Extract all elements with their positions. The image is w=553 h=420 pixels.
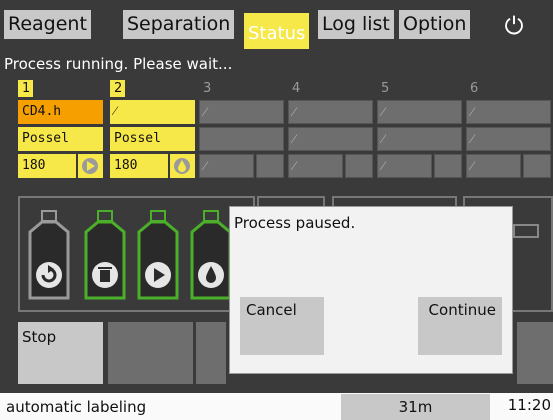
slot-reagent[interactable]: CD4.h [18, 100, 103, 124]
connector-icon [513, 224, 539, 238]
slot-volume[interactable]: ⁄ [288, 154, 343, 178]
bottle-play[interactable] [133, 210, 183, 310]
tab-option[interactable]: Option [399, 10, 471, 39]
slot-fluid[interactable]: ⁄ [466, 127, 551, 151]
slot-number: 2 [110, 80, 125, 97]
slot-fluid[interactable]: ⁄ [288, 127, 373, 151]
remaining-time: 31m [341, 394, 490, 420]
tab-reagent[interactable]: Reagent [4, 10, 91, 39]
drop-icon [174, 158, 190, 174]
slot-action[interactable] [256, 154, 284, 178]
slot-fluid[interactable]: ⁄ [377, 127, 462, 151]
slot-action[interactable] [345, 154, 373, 178]
tab-separation[interactable]: Separation [123, 10, 235, 39]
slot-reagent[interactable]: ⁄ [466, 100, 551, 124]
slot-reagent[interactable]: ⁄ [288, 100, 373, 124]
slot-number: 3 [199, 80, 214, 97]
trash-icon [92, 262, 118, 288]
slot-action[interactable] [434, 154, 462, 178]
slot-fluid[interactable]: Possel [18, 127, 103, 151]
slot-number: 4 [288, 80, 303, 97]
slot-volume[interactable]: 180 [18, 154, 76, 178]
tab-status[interactable]: Status [244, 13, 310, 49]
slot-volume[interactable]: ⁄ [466, 154, 521, 178]
recycle-icon [36, 262, 62, 288]
control-button[interactable] [108, 322, 193, 384]
slot-number: 1 [18, 80, 33, 97]
continue-button[interactable]: Continue [418, 297, 502, 355]
slot-volume[interactable]: 180 [110, 154, 168, 178]
slot-reagent[interactable]: ⁄ [377, 100, 462, 124]
play-icon [82, 158, 98, 174]
bottle-trash[interactable] [80, 210, 130, 310]
play-icon [145, 262, 171, 288]
tab-log-list[interactable]: Log list [318, 10, 394, 39]
status-message: Process running. Please wait... [4, 55, 233, 73]
bottle-recycle[interactable] [24, 210, 74, 310]
cancel-button[interactable]: Cancel [240, 297, 324, 355]
stop-button[interactable]: Stop [18, 322, 103, 384]
power-icon[interactable]: ⏻ [500, 12, 528, 40]
slot-fluid[interactable] [199, 127, 284, 151]
slot-reagent[interactable]: ⁄ [110, 100, 195, 124]
mode-label: automatic labeling [6, 398, 147, 416]
slot-volume[interactable]: ⁄ [377, 154, 432, 178]
slot-fluid[interactable]: Possel [110, 127, 195, 151]
drop-icon [198, 262, 224, 288]
slot-action[interactable] [523, 154, 551, 178]
slot-number: 6 [466, 80, 481, 97]
slot-volume[interactable]: ⁄ [199, 154, 254, 178]
control-button[interactable] [517, 322, 553, 384]
slot-reagent[interactable]: ⁄ [199, 100, 284, 124]
clock: 11:20 [507, 396, 551, 414]
slot-number: 5 [377, 80, 392, 97]
control-button[interactable] [196, 322, 226, 384]
slot-action[interactable] [170, 154, 195, 178]
slot-action[interactable] [78, 154, 103, 178]
dialog-message: Process paused. [234, 214, 356, 232]
